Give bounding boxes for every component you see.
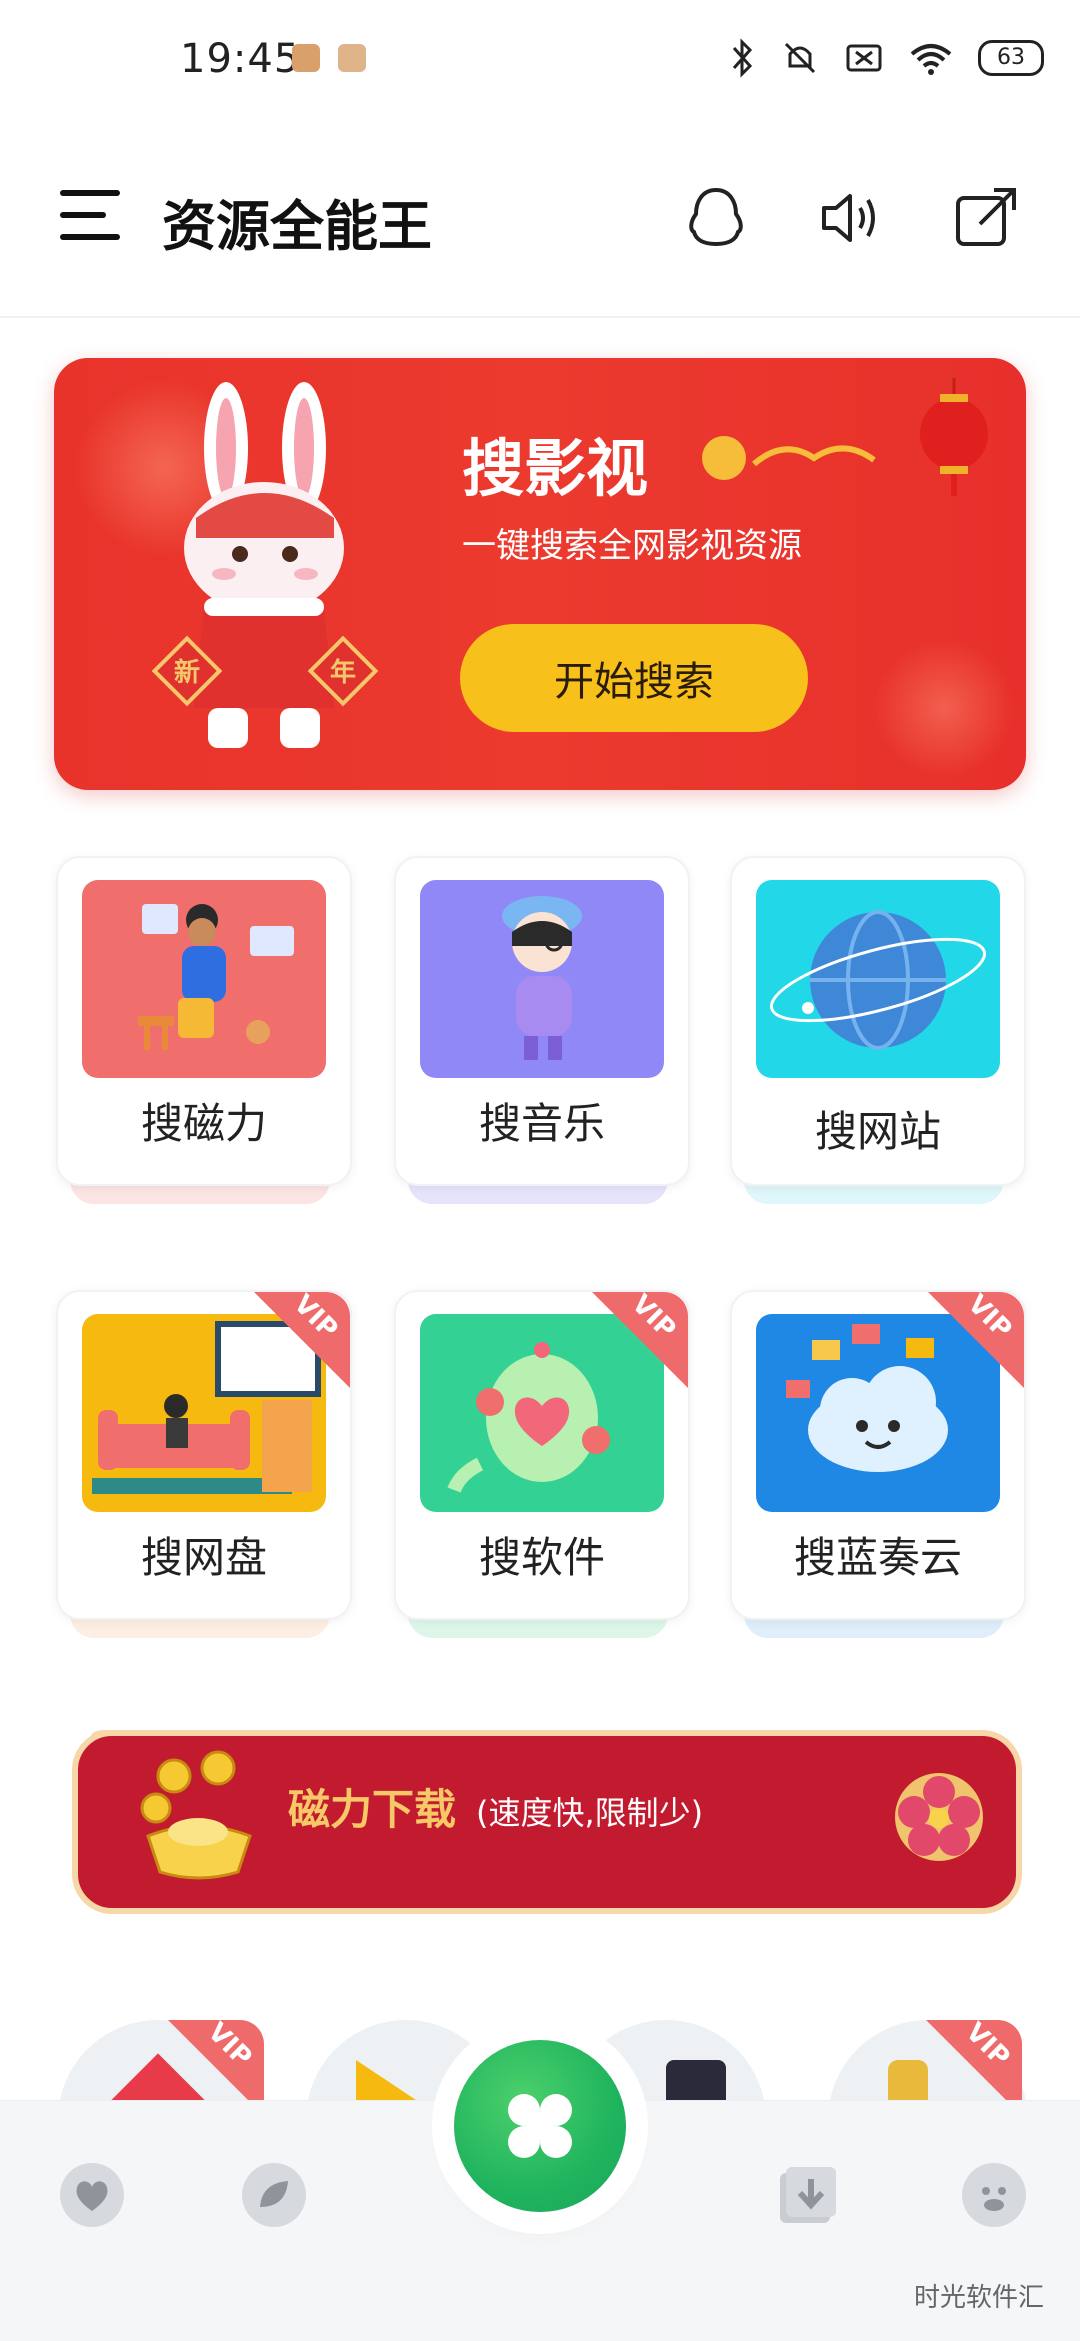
- silent-icon: [780, 38, 820, 78]
- tile-search-netdisk[interactable]: 搜网盘 VIP: [56, 1290, 352, 1620]
- music-illustration: [420, 880, 664, 1078]
- share-icon[interactable]: [950, 182, 1022, 254]
- bluetooth-icon: [728, 38, 756, 78]
- tile-search-music[interactable]: 搜音乐: [394, 856, 690, 1186]
- tile-label: 搜磁力: [58, 1090, 350, 1151]
- vip-badge: VIP: [592, 1292, 688, 1388]
- tile-search-software[interactable]: 搜软件 VIP: [394, 1290, 690, 1620]
- magnet-illustration: [82, 880, 326, 1078]
- download-icon[interactable]: [770, 2159, 842, 2231]
- battery-indicator: 63: [978, 40, 1044, 76]
- svg-text:年: 年: [330, 657, 356, 688]
- app-notification-icon: [292, 44, 320, 72]
- app-header: 资源全能王: [0, 130, 1080, 318]
- tile-search-magnet[interactable]: 搜磁力: [56, 856, 352, 1186]
- speaker-icon[interactable]: [814, 182, 886, 254]
- vip-badge: VIP: [928, 1292, 1024, 1388]
- tile-search-lanzou[interactable]: 搜蓝奏云 VIP: [730, 1290, 1026, 1620]
- magnet-banner-title: 磁力下载: [288, 1776, 456, 1837]
- vip-badge: VIP: [926, 2020, 1022, 2110]
- menu-icon[interactable]: [60, 190, 124, 254]
- profile-icon[interactable]: [958, 2159, 1030, 2231]
- svg-text:新: 新: [174, 657, 200, 688]
- home-grid-button[interactable]: [454, 2040, 626, 2212]
- no-sim-icon: [844, 38, 884, 78]
- tile-label: 搜网盘: [58, 1524, 350, 1585]
- firework-decoration: [874, 638, 1014, 778]
- tile-label: 搜蓝奏云: [732, 1524, 1024, 1585]
- banner-subtitle: 一键搜索全网影视资源: [462, 518, 802, 567]
- start-search-button[interactable]: 开始搜索: [460, 624, 808, 732]
- qq-icon[interactable]: [680, 182, 752, 254]
- rabbit-illustration: 新 年: [144, 378, 384, 778]
- tile-label: 搜音乐: [396, 1090, 688, 1151]
- vip-badge: VIP: [254, 1292, 350, 1388]
- status-bar: 19:45 63: [0, 0, 1080, 130]
- vip-badge: VIP: [168, 2020, 264, 2110]
- tile-label: 搜网站: [732, 1098, 1024, 1159]
- banner-title: 搜影视: [462, 418, 648, 508]
- tile-label: 搜软件: [396, 1524, 688, 1585]
- status-icons: 63: [728, 38, 1044, 78]
- clover-grid-icon: [504, 2090, 576, 2162]
- search-video-banner[interactable]: 新 年 搜影视 一键搜索全网影视资源 开始搜索: [54, 358, 1026, 790]
- tile-search-website[interactable]: 搜网站: [730, 856, 1026, 1186]
- globe-illustration: [756, 880, 1000, 1078]
- magnet-banner-subtitle: (速度快,限制少): [476, 1788, 703, 1834]
- app-notification-icon: [338, 44, 366, 72]
- cloud-decoration: [694, 428, 894, 488]
- status-time: 19:45: [180, 36, 300, 82]
- leaf-icon[interactable]: [238, 2159, 310, 2231]
- wifi-icon: [908, 38, 954, 78]
- lantern-decoration: [914, 378, 994, 498]
- watermark: 时光软件汇: [914, 2277, 1044, 2314]
- page-title: 资源全能王: [162, 182, 432, 261]
- heart-icon[interactable]: [56, 2159, 128, 2231]
- magnet-download-banner[interactable]: 磁力下载 (速度快,限制少): [58, 1716, 1024, 1916]
- gold-ingot-icon: [134, 1746, 264, 1886]
- flower-decoration: [884, 1762, 994, 1872]
